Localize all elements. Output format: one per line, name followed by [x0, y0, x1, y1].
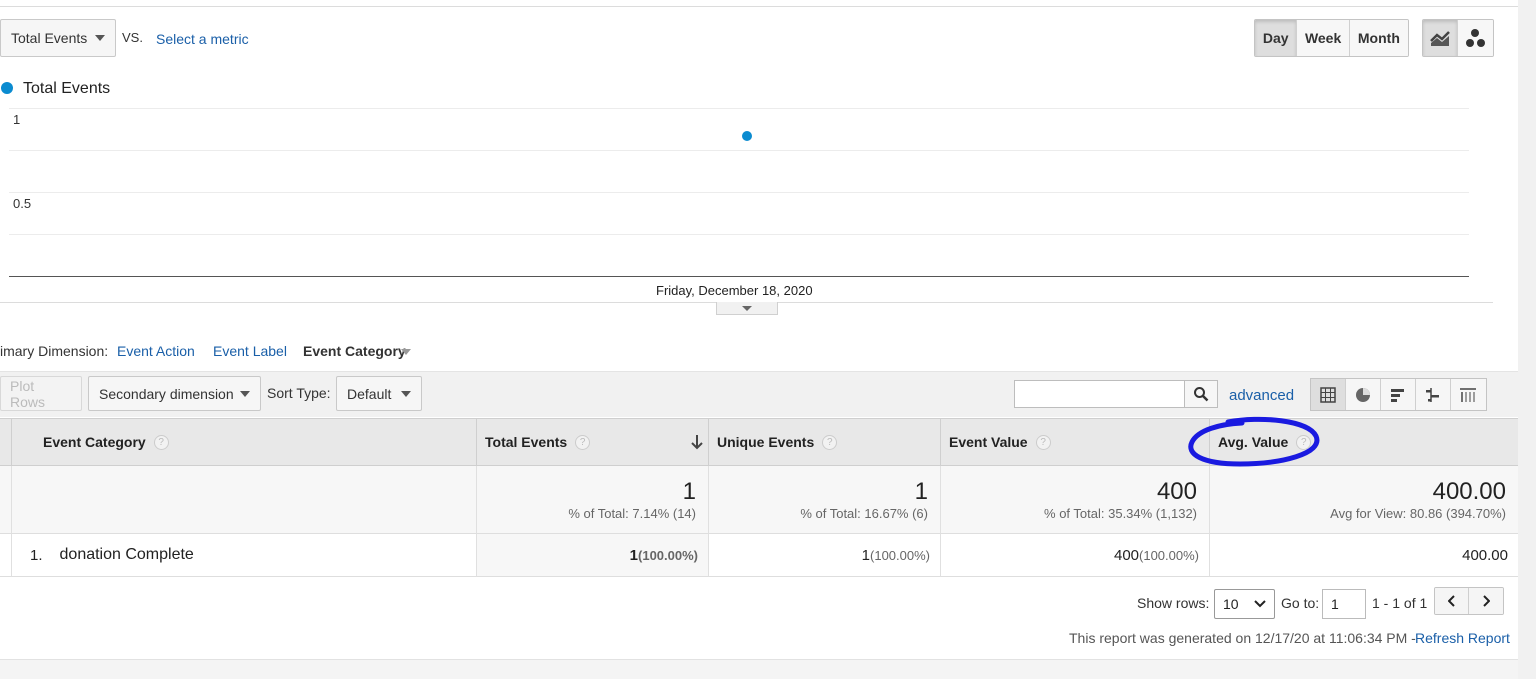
header-label: Total Events [485, 434, 568, 450]
pie-view-button[interactable] [1346, 379, 1381, 410]
show-rows-value: 10 [1223, 596, 1239, 612]
table-row[interactable]: 1. donation Complete [12, 534, 477, 577]
show-rows-label: Show rows: [1137, 595, 1210, 611]
header-event-category[interactable]: Event Category ? [12, 418, 477, 466]
row-select-header [0, 418, 12, 466]
show-rows-select[interactable]: 10 [1214, 589, 1275, 619]
data-point[interactable] [742, 131, 752, 141]
page-bottom-strip [0, 659, 1518, 679]
header-event-value[interactable]: Event Value ? [941, 418, 1210, 466]
row-index: 1. [30, 546, 43, 564]
table-view-button[interactable] [1311, 379, 1346, 410]
next-page-button[interactable] [1469, 588, 1503, 614]
totals-value: 1 [682, 478, 696, 505]
header-label: Unique Events [717, 434, 815, 450]
totals-total-events: 1 % of Total: 7.14% (14) [477, 466, 709, 534]
sort-type-value: Default [347, 385, 392, 402]
row-unique-events: 1 (100.00%) [709, 534, 941, 577]
help-icon[interactable]: ? [1035, 434, 1051, 450]
scrollbar-track[interactable] [1518, 0, 1536, 679]
cell-value: 1 [861, 546, 871, 564]
search-icon [1194, 387, 1209, 402]
totals-value: 400.00 [1432, 478, 1506, 505]
goto-input[interactable]: 1 [1322, 589, 1366, 619]
totals-unique-events: 1 % of Total: 16.67% (6) [709, 466, 941, 534]
sort-descending-icon [691, 435, 703, 450]
primary-dimension-label: imary Dimension: [0, 343, 109, 359]
chevron-down-icon [401, 349, 411, 355]
totals-subtext: % of Total: 35.34% (1,132) [1044, 506, 1197, 521]
totals-subtext: Avg for View: 80.86 (394.70%) [1330, 506, 1506, 521]
bar-view-button[interactable] [1381, 379, 1416, 410]
view-type-selector [1310, 378, 1487, 411]
pivot-view-button[interactable] [1451, 379, 1486, 410]
table-row-spacer [0, 534, 12, 577]
secondary-dimension-dropdown[interactable]: Secondary dimension [88, 376, 261, 411]
x-tick-label: Friday, December 18, 2020 [656, 283, 813, 298]
advanced-link[interactable]: advanced [1229, 387, 1294, 404]
totals-value: 400 [1156, 478, 1197, 505]
prev-page-button[interactable] [1435, 588, 1470, 614]
page-nav [1434, 587, 1504, 615]
chevron-down-icon [240, 390, 250, 397]
refresh-report-link[interactable]: Refresh Report [1415, 630, 1510, 646]
comparison-view-button[interactable] [1416, 379, 1451, 410]
totals-event-value: 400 % of Total: 35.34% (1,132) [941, 466, 1210, 534]
cell-value: 400 [1113, 546, 1140, 564]
help-icon[interactable]: ? [153, 434, 169, 450]
chevron-down-icon [401, 390, 411, 397]
header-label: Event Category [43, 434, 146, 450]
grid-icon [1320, 387, 1336, 403]
header-unique-events[interactable]: Unique Events ? [709, 418, 941, 466]
row-category-link[interactable]: donation Complete [60, 546, 194, 564]
totals-category-cell [12, 466, 477, 534]
cell-percent: (100.00%) [1139, 547, 1199, 563]
chevron-down-icon [1254, 600, 1266, 608]
plot-rows-button[interactable]: Plot Rows [0, 376, 82, 411]
chevron-down-icon [742, 305, 752, 311]
chevron-left-icon [1447, 595, 1455, 607]
chart-plot [742, 131, 752, 141]
sort-type-label: Sort Type: [267, 385, 331, 401]
pie-chart-icon [1356, 388, 1370, 402]
comparison-icon [1426, 388, 1439, 402]
cell-value: 1 [629, 546, 639, 564]
report-generated-text: This report was generated on 12/17/20 at… [1069, 630, 1416, 646]
bar-chart-icon [1391, 389, 1404, 402]
row-total-events: 1 (100.00%) [477, 534, 709, 577]
totals-avg-value: 400.00 Avg for View: 80.86 (394.70%) [1210, 466, 1518, 534]
totals-subtext: % of Total: 16.67% (6) [800, 506, 928, 521]
goto-label: Go to: [1281, 595, 1320, 611]
cell-value: 400.00 [1462, 546, 1508, 564]
totals-value: 1 [914, 478, 928, 505]
header-label: Event Value [949, 434, 1028, 450]
table-search-input[interactable] [1014, 380, 1185, 408]
row-avg-value: 400.00 [1210, 534, 1518, 577]
dimension-event-category[interactable]: Event Category [303, 343, 406, 359]
dimension-event-label[interactable]: Event Label [213, 343, 287, 359]
dimension-event-action[interactable]: Event Action [117, 343, 195, 359]
pivot-icon [1460, 388, 1477, 402]
cell-percent: (100.00%) [870, 547, 930, 563]
sort-type-dropdown[interactable]: Default [336, 376, 422, 411]
row-event-value: 400 (100.00%) [941, 534, 1210, 577]
chevron-right-icon [1483, 595, 1490, 607]
totals-subtext: % of Total: 7.14% (14) [568, 506, 696, 521]
page-range: 1 - 1 of 1 [1372, 595, 1428, 611]
help-icon[interactable]: ? [822, 434, 838, 450]
totals-spacer [0, 466, 12, 534]
collapse-chart-toggle[interactable] [716, 302, 778, 315]
search-button[interactable] [1184, 380, 1218, 408]
annotation-circle [1188, 416, 1320, 467]
secondary-dimension-label: Secondary dimension [99, 385, 234, 402]
help-icon[interactable]: ? [575, 434, 591, 450]
cell-percent: (100.00%) [638, 547, 698, 563]
header-total-events[interactable]: Total Events ? [477, 418, 709, 466]
